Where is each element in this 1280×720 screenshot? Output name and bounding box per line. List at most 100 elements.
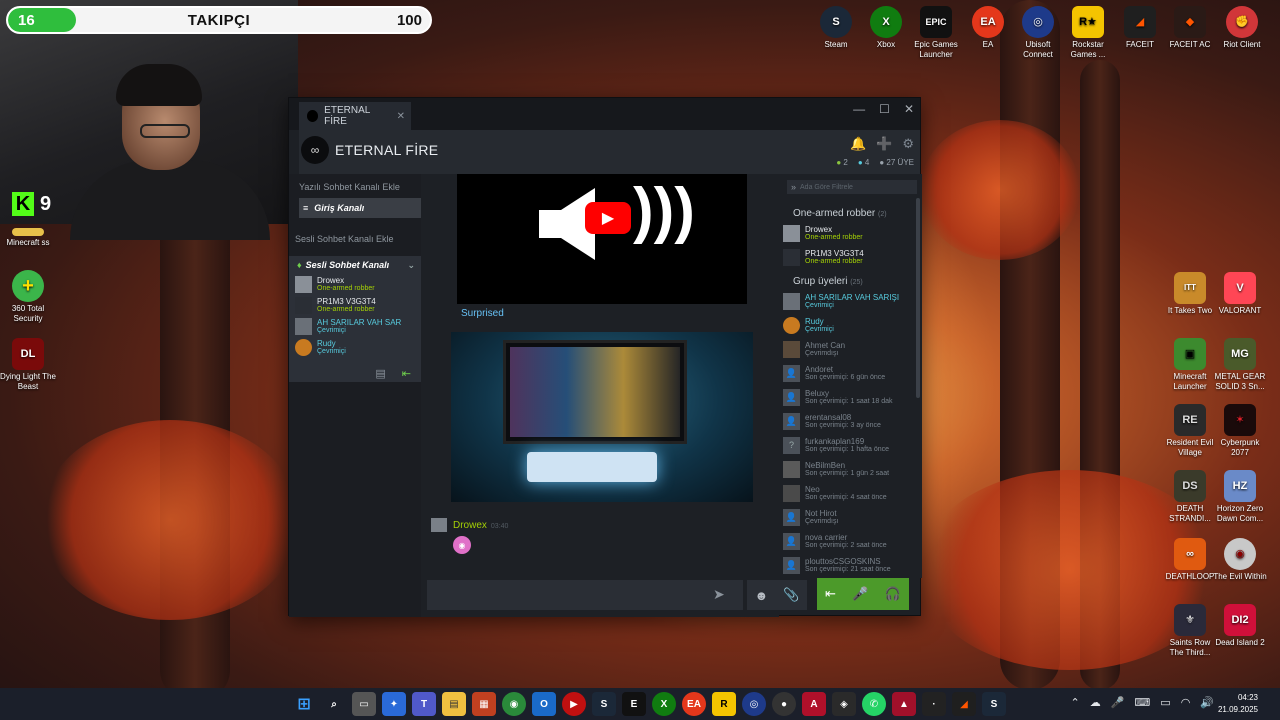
member-item[interactable]: 👤 Not Hirot Çevrimdışı bbox=[783, 506, 917, 528]
member-item[interactable]: ? furkankaplan169 Son çevrimiçi: 1 hafta… bbox=[783, 434, 917, 456]
desktop-icon-deathloop[interactable]: ∞ DEATHLOOP bbox=[1162, 538, 1218, 582]
add-text-channel-button[interactable]: Yazılı Sohbet Kanalı Ekle bbox=[299, 182, 400, 192]
video-caption[interactable]: Surprised bbox=[461, 308, 504, 319]
voice-user[interactable]: Rudy Çevrimiçi bbox=[289, 337, 421, 358]
desktop-icon-dying-light[interactable]: DL Dying Light The Beast bbox=[0, 338, 56, 392]
desktop-icon-rockstar[interactable]: R★ Rockstar Games ... bbox=[1060, 6, 1116, 60]
member-item[interactable]: 👤 Andoret Son çevrimiçi: 6 gün önce bbox=[783, 362, 917, 384]
volume-icon[interactable]: 🔊 bbox=[1200, 696, 1214, 709]
member-item[interactable]: Rudy Çevrimiçi bbox=[783, 314, 917, 336]
microphone-tray-icon[interactable]: 🎤 bbox=[1111, 696, 1125, 709]
voice-user[interactable]: PR1M3 V3G3T4 One-armed robber bbox=[289, 295, 421, 316]
desktop-icon-mgs3[interactable]: MG METAL GEAR SOLID 3 Sn... bbox=[1212, 338, 1268, 392]
copilot-icon[interactable]: ✦ bbox=[382, 692, 406, 716]
whatsapp-icon[interactable]: ✆ bbox=[862, 692, 886, 716]
desktop-icon-valorant[interactable]: V VALORANT bbox=[1212, 272, 1268, 316]
ubisoft-taskbar-icon[interactable]: ◎ bbox=[742, 692, 766, 716]
settings-gear-icon[interactable]: ⚙ bbox=[902, 136, 914, 152]
desktop-icon-it-takes-two[interactable]: ITT It Takes Two bbox=[1162, 272, 1218, 316]
desktop-icon-the-evil-within[interactable]: ◉ The Evil Within bbox=[1212, 538, 1268, 582]
keyboard-icon[interactable]: ⌨ bbox=[1134, 696, 1150, 709]
anydesk-icon[interactable]: ▲ bbox=[892, 692, 916, 716]
member-filter[interactable]: » Ada Göre Filtrele bbox=[787, 180, 917, 194]
steam-taskbar-icon[interactable]: S bbox=[592, 692, 616, 716]
teams-icon[interactable]: T bbox=[412, 692, 436, 716]
maximize-icon[interactable]: ☐ bbox=[879, 102, 890, 116]
system-clock[interactable]: 04:23 21.09.2025 bbox=[1218, 692, 1258, 716]
leave-voice-icon[interactable]: ⇤ bbox=[402, 367, 411, 380]
desktop-icon-epic[interactable]: EPIC Epic Games Launcher bbox=[908, 6, 964, 60]
member-item[interactable]: Drowex One-armed robber bbox=[783, 222, 917, 244]
task-view-icon[interactable]: ▭ bbox=[352, 692, 376, 716]
shared-photo[interactable] bbox=[451, 332, 753, 502]
epic-taskbar-icon[interactable]: E bbox=[622, 692, 646, 716]
member-item[interactable]: 👤 erentansal08 Son çevrimiçi: 3 ay önce bbox=[783, 410, 917, 432]
emoticon-icon[interactable]: ☻ bbox=[755, 588, 769, 603]
outlook-icon[interactable]: O bbox=[532, 692, 556, 716]
chevron-down-icon[interactable]: ⌄ bbox=[407, 260, 415, 271]
desktop-icon-ea[interactable]: EA EA bbox=[960, 6, 1016, 50]
faceit-taskbar-icon[interactable]: ◢ bbox=[952, 692, 976, 716]
rockstar-taskbar-icon[interactable]: R bbox=[712, 692, 736, 716]
desktop-icon-cyberpunk[interactable]: ✶ Cyberpunk 2077 bbox=[1212, 404, 1268, 458]
chevron-up-icon[interactable]: ⌃ bbox=[1070, 696, 1079, 709]
youtube-play-icon[interactable]: ▶ bbox=[585, 202, 631, 234]
member-item[interactable]: PR1M3 V3G3T4 One-armed robber bbox=[783, 246, 917, 268]
voice-settings-icon[interactable]: ▤ bbox=[375, 367, 385, 380]
desktop-icon-saints-row[interactable]: ⚜ Saints Row The Third... bbox=[1162, 604, 1218, 658]
network-icon[interactable]: ▭ bbox=[1160, 696, 1170, 709]
chrome-icon[interactable]: ◉ bbox=[502, 692, 526, 716]
close-tab-icon[interactable]: ✕ bbox=[397, 111, 405, 122]
obs-icon[interactable]: ● bbox=[772, 692, 796, 716]
store-icon[interactable]: ▦ bbox=[472, 692, 496, 716]
voice-channel[interactable]: ♦ Sesli Sohbet Kanalı ⌄ Drowex One-armed… bbox=[289, 256, 421, 382]
desktop-icon-death-stranding[interactable]: DS DEATH STRANDI... bbox=[1162, 470, 1218, 524]
desktop-icon-faceit[interactable]: ◢ FACEIT bbox=[1112, 6, 1168, 50]
attach-icon[interactable]: 📎 bbox=[783, 587, 799, 603]
xbox-taskbar-icon[interactable]: X bbox=[652, 692, 676, 716]
desktop-icon-horizon[interactable]: HZ Horizon Zero Dawn Com... bbox=[1212, 470, 1268, 524]
desktop-icon-dead-island-2[interactable]: DI2 Dead Island 2 bbox=[1212, 604, 1268, 648]
desktop-icon-minecraft-launcher[interactable]: ▣ Minecraft Launcher bbox=[1162, 338, 1218, 392]
send-icon[interactable]: ➤ bbox=[713, 586, 725, 603]
app-icon[interactable]: ◈ bbox=[832, 692, 856, 716]
adobe-icon[interactable]: A bbox=[802, 692, 826, 716]
leave-voice-icon[interactable]: ⇤ bbox=[825, 586, 836, 602]
notification-bell-icon[interactable]: 🔔 bbox=[850, 136, 866, 152]
app-icon[interactable]: · bbox=[922, 692, 946, 716]
search-icon[interactable]: ⌕ bbox=[322, 692, 346, 716]
minimize-icon[interactable]: — bbox=[853, 102, 865, 116]
media-player-icon[interactable]: ▶ bbox=[562, 692, 586, 716]
headphones-icon[interactable]: 🎧 bbox=[885, 586, 901, 602]
desktop-icon-resident-evil-village[interactable]: RE Resident Evil Village bbox=[1162, 404, 1218, 458]
add-voice-channel-button[interactable]: Sesli Sohbet Kanalı Ekle bbox=[295, 234, 394, 244]
member-item[interactable]: 👤 Beluxy Son çevrimiçi: 1 saat 18 dak bbox=[783, 386, 917, 408]
invite-friend-icon[interactable]: ➕ bbox=[876, 136, 892, 152]
file-explorer-icon[interactable]: ▤ bbox=[442, 692, 466, 716]
voice-user[interactable]: Drowex One-armed robber bbox=[289, 274, 421, 295]
desktop-icon-360-total-security[interactable]: + 360 Total Security bbox=[0, 270, 56, 324]
collapse-icon[interactable]: » bbox=[791, 182, 796, 192]
close-icon[interactable]: ✕ bbox=[904, 102, 914, 116]
voice-channel-header[interactable]: ♦ Sesli Sohbet Kanalı ⌄ bbox=[289, 256, 421, 274]
chat-tab[interactable]: ETERNAL FİRE ✕ bbox=[299, 102, 411, 130]
member-item[interactable]: 👤 nova carrier Son çevrimiçi: 2 saat önc… bbox=[783, 530, 917, 552]
member-item[interactable]: Neo Son çevrimiçi: 4 saat önce bbox=[783, 482, 917, 504]
wifi-icon[interactable]: ◠ bbox=[1181, 696, 1191, 709]
message-author[interactable]: Drowex 03:40 bbox=[453, 520, 508, 531]
desktop-icon-xbox[interactable]: X Xbox bbox=[858, 6, 914, 50]
voice-user[interactable]: AH SARILAR VAH SAR Çevrimiçi bbox=[289, 316, 421, 337]
desktop-icon-minecraft-ss[interactable]: Minecraft ss bbox=[0, 228, 56, 248]
member-item[interactable]: 👤 plouttosCSGOSKINS Son çevrimiçi: 21 sa… bbox=[783, 554, 917, 576]
desktop-icon-riot[interactable]: ✊ Riot Client bbox=[1214, 6, 1270, 50]
member-item[interactable]: AH SARILAR VAH SARIŞI Çevrimiçi bbox=[783, 290, 917, 312]
cloud-icon[interactable]: ☁ bbox=[1090, 696, 1101, 709]
chat-input[interactable] bbox=[427, 580, 743, 610]
desktop-icon-faceit-ac[interactable]: ◆ FACEIT AC bbox=[1162, 6, 1218, 50]
ea-taskbar-icon[interactable]: EA bbox=[682, 692, 706, 716]
steam-chat-taskbar-icon[interactable]: S bbox=[982, 692, 1006, 716]
member-item[interactable]: Ahmet Can Çevrimdışı bbox=[783, 338, 917, 360]
text-channel-giris[interactable]: ≡ Giriş Kanalı bbox=[299, 198, 421, 218]
youtube-embed[interactable]: ▶ ))) bbox=[457, 174, 747, 304]
desktop-icon-ubisoft[interactable]: ◎ Ubisoft Connect bbox=[1010, 6, 1066, 60]
